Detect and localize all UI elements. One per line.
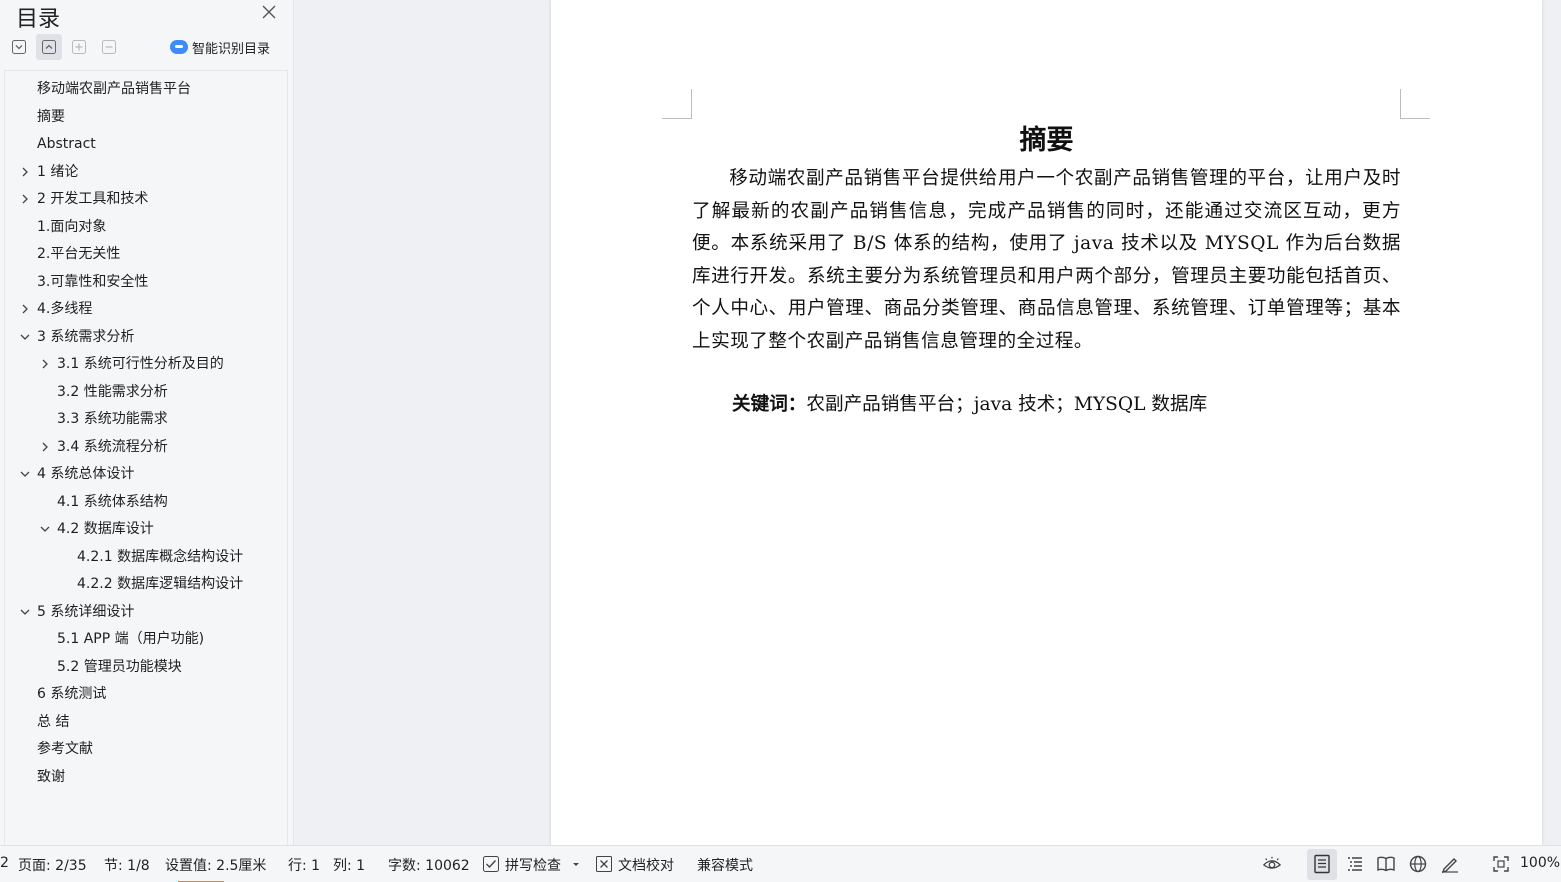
toc-item[interactable]: 4.2.2 数据库逻辑结构设计 [77, 573, 243, 595]
wps-writer-window: 目录 智能识别目录 移动端农副产品销售平台 摘要 Abstract 1 绪论 2 开发工… [0, 0, 1561, 882]
expand-all-icon[interactable] [6, 34, 32, 60]
chevron-down-icon[interactable] [39, 518, 51, 540]
toc-item[interactable]: 3 系统需求分析 [37, 326, 134, 348]
web-view-icon[interactable] [1408, 854, 1428, 874]
word-count[interactable]: 字数: 10062 [388, 855, 470, 875]
toc-item[interactable]: 总 结 [37, 711, 69, 733]
section-indicator[interactable]: 节: 1/8 [104, 855, 150, 875]
toc-item[interactable]: 3.2 性能需求分析 [57, 381, 168, 403]
document-page[interactable]: 摘要 移动端农副产品销售平台提供给用户一个农副产品销售管理的平台，让用户及时了解… [551, 0, 1542, 845]
toc-item[interactable]: 4.1 系统体系结构 [57, 491, 168, 513]
add-level-icon[interactable] [66, 34, 92, 60]
smart-recognize-label: 智能识别目录 [192, 41, 271, 57]
toc-item[interactable]: 4 系统总体设计 [37, 463, 134, 485]
zoom-level[interactable]: 100% [1520, 855, 1560, 871]
keywords-label: 关键词： [732, 394, 807, 415]
chevron-down-icon[interactable] [19, 326, 31, 348]
setting-indicator[interactable]: 设置值: 2.5厘米 [165, 855, 266, 875]
toc-item[interactable]: 2.平台无关性 [37, 243, 120, 265]
spell-check-icon [481, 854, 501, 874]
compat-mode-label: 兼容模式 [697, 858, 753, 874]
chevron-down-icon[interactable] [566, 854, 586, 874]
row-indicator: 行: 1 [288, 858, 321, 874]
doc-proof-button[interactable]: 文档校对 [618, 855, 674, 875]
chevron-right-icon[interactable] [19, 188, 31, 210]
spell-check-button[interactable]: 拼写检查 [505, 855, 561, 875]
write-mode-icon[interactable] [1440, 854, 1460, 874]
toc-item[interactable]: 致谢 [37, 766, 65, 788]
toc-item[interactable]: 3.可靠性和安全性 [37, 271, 148, 293]
ai-assistant-icon [170, 40, 188, 54]
status-bar: 2 页面: 2/35 节: 1/8 设置值: 2.5厘米 行: 1 列: 1 字… [0, 845, 1561, 882]
fit-window-icon[interactable] [1491, 854, 1511, 874]
toc-item[interactable]: 6 系统测试 [37, 683, 106, 705]
collapse-all-icon[interactable] [36, 34, 62, 60]
page-view-icon[interactable] [1312, 854, 1332, 874]
toc-item[interactable]: 1.面向对象 [37, 216, 106, 238]
chevron-right-icon[interactable] [39, 436, 51, 458]
toc-item[interactable]: 3.4 系统流程分析 [57, 436, 168, 458]
toc-item[interactable]: 3.1 系统可行性分析及目的 [57, 353, 224, 375]
outline-view-icon[interactable] [1345, 854, 1365, 874]
toc-panel: 目录 智能识别目录 移动端农副产品销售平台 摘要 Abstract 1 绪论 2 开发工… [0, 0, 294, 845]
toc-item[interactable]: 5.2 管理员功能模块 [57, 656, 182, 678]
abstract-heading: 摘要 [1019, 125, 1074, 156]
remove-level-icon[interactable] [96, 34, 122, 60]
keywords-value: 农副产品销售平台；java 技术；MYSQL 数据库 [806, 394, 1208, 415]
chevron-right-icon[interactable] [39, 353, 51, 375]
abstract-paragraph: 移动端农副产品销售平台提供给用户一个农副产品销售管理的平台，让用户及时了解最新的… [692, 168, 1401, 352]
toc-item[interactable]: 5.1 APP 端（用户功能) [57, 628, 204, 650]
reading-view-icon[interactable] [1376, 854, 1396, 874]
toc-item[interactable]: 1 绪论 [37, 161, 78, 183]
close-icon[interactable] [260, 3, 278, 21]
toc-item[interactable]: 5 系统详细设计 [37, 601, 134, 623]
keywords-line: 关键词：农副产品销售平台；java 技术；MYSQL 数据库 [732, 389, 1207, 416]
smart-recognize-toc-button[interactable]: 智能识别目录 [170, 37, 270, 57]
toc-item[interactable]: 3.3 系统功能需求 [57, 408, 168, 430]
toc-title: 目录 [16, 7, 61, 32]
chevron-down-icon[interactable] [19, 601, 31, 623]
status-edge-text: 2 [0, 855, 9, 871]
doc-proof-icon [594, 854, 614, 874]
toc-list: 移动端农副产品销售平台 摘要 Abstract 1 绪论 2 开发工具和技术 1.面向对象… [4, 70, 288, 845]
toc-item[interactable]: 移动端农副产品销售平台 [37, 78, 191, 100]
toc-item[interactable]: Abstract [37, 133, 96, 155]
toc-item[interactable]: 摘要 [37, 106, 65, 128]
toc-item[interactable]: 2 开发工具和技术 [37, 188, 148, 210]
chevron-right-icon[interactable] [19, 161, 31, 183]
toc-toolbar: 智能识别目录 [6, 34, 290, 60]
page-indicator[interactable]: 页面: 2/35 [18, 855, 87, 875]
toc-item[interactable]: 4.多线程 [37, 298, 92, 320]
toc-item[interactable]: 4.2 数据库设计 [57, 518, 154, 540]
eye-protection-icon[interactable] [1262, 854, 1282, 874]
chevron-right-icon[interactable] [19, 298, 31, 320]
margin-corner-mark [662, 89, 692, 119]
chevron-down-icon[interactable] [19, 463, 31, 485]
toc-item[interactable]: 4.2.1 数据库概念结构设计 [77, 546, 243, 568]
col-indicator: 列: 1 [333, 858, 366, 874]
toc-item[interactable]: 参考文献 [37, 738, 93, 760]
margin-corner-mark [1400, 89, 1430, 119]
